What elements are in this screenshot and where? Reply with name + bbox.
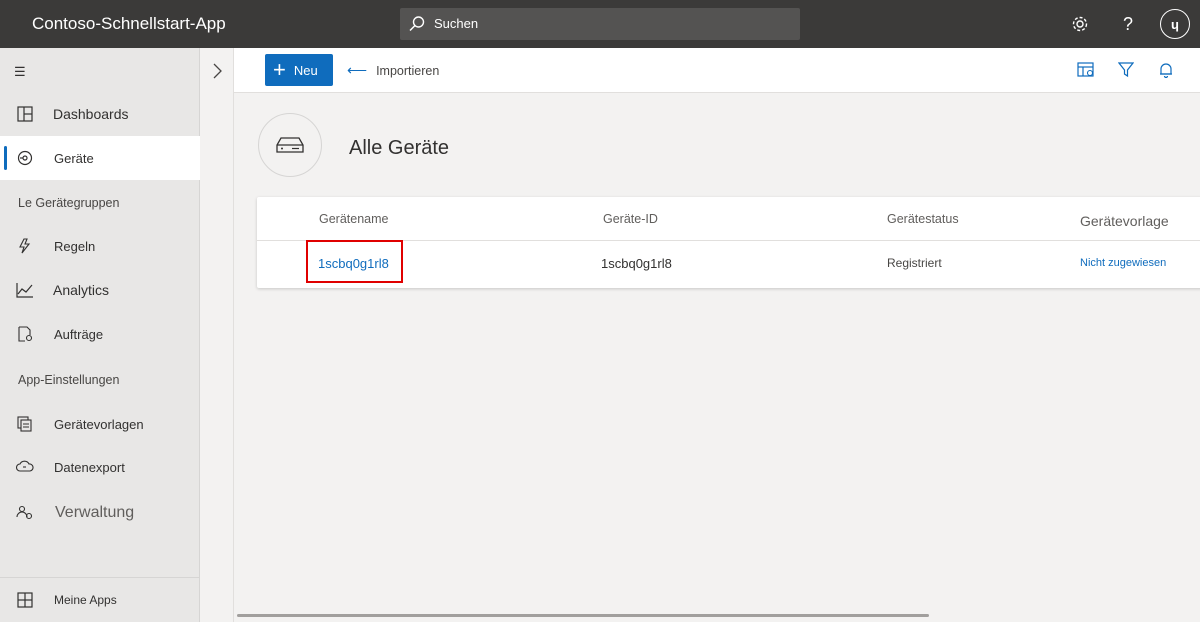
sidebar-item-label: Meine Apps [54, 593, 117, 607]
top-bar: Contoso-Schnellstart-App Suchen ? ɥ [0, 0, 1200, 48]
devices-icon [16, 149, 34, 167]
sidebar-item-device-templates[interactable]: Gerätevorlagen [0, 402, 200, 446]
dashboard-icon [16, 105, 34, 123]
chevron-right-icon[interactable] [210, 62, 224, 85]
sidebar-item-label: Gerätevorlagen [54, 416, 144, 432]
devices-table: Gerätename Geräte-ID Gerätestatus Geräte… [257, 197, 1200, 288]
search-box[interactable]: Suchen [400, 8, 800, 40]
sidebar-item-my-apps[interactable]: Meine Apps [0, 578, 200, 622]
sidebar-item-devices[interactable]: Geräte [0, 136, 200, 180]
new-button-label: Neu [293, 62, 318, 78]
sidebar-item-label: Geräte [54, 150, 94, 166]
sidebar-item-dashboards[interactable]: Dashboards [0, 92, 200, 136]
sidebar-item-label: Analytics [53, 282, 110, 298]
highlight-box [306, 240, 403, 283]
avatar[interactable]: ɥ [1160, 9, 1190, 39]
sidebar-item-data-export[interactable]: Datenexport [0, 445, 200, 489]
sidebar-item-label: Verwaltung [55, 504, 135, 521]
sidebar-item-label: Aufträge [54, 326, 104, 342]
jobs-icon [16, 325, 34, 343]
import-button-label: Importieren [376, 63, 440, 78]
help-icon[interactable]: ? [1114, 10, 1142, 38]
import-arrow-icon: ⟵ [347, 62, 368, 78]
device-template-link[interactable]: Nicht zugewiesen [1080, 257, 1166, 269]
rules-icon [16, 237, 34, 255]
plus-icon: + [273, 57, 286, 82]
device-id-cell: 1scbq0g1rl8 [601, 256, 672, 271]
device-templates-icon [16, 415, 34, 433]
sidebar-item-device-groups[interactable]: Le Gerätegruppen [18, 196, 119, 210]
column-header-device-status[interactable]: Gerätestatus [887, 212, 959, 226]
data-export-icon [16, 458, 34, 476]
device-status-cell: Registriert [887, 256, 942, 270]
analytics-icon [16, 281, 34, 299]
main-content: Alle Geräte Gerätename Geräte-ID Gerätes… [234, 93, 1200, 622]
import-button[interactable]: ⟵ Importieren [347, 62, 439, 79]
table-header: Gerätename Geräte-ID Gerätestatus Geräte… [257, 197, 1200, 241]
hamburger-menu-icon[interactable]: ☰ [14, 64, 26, 80]
sidebar-item-label: Datenexport [54, 459, 125, 475]
sidebar-item-label: Regeln [54, 238, 96, 254]
my-apps-icon [16, 591, 34, 609]
column-header-device-id[interactable]: Geräte-ID [603, 212, 658, 226]
column-header-device-name[interactable]: Gerätename [319, 212, 388, 226]
administration-icon [16, 504, 34, 522]
command-bar: + Neu ⟵ Importieren [234, 48, 1200, 93]
sidebar-section-app-settings: App-Einstellungen [18, 373, 120, 387]
horizontal-scrollbar-thumb[interactable] [237, 614, 929, 617]
sidebar-item-administration[interactable]: Verwaltung [0, 491, 200, 535]
sidebar-item-jobs[interactable]: Aufträge [0, 312, 200, 356]
sidebar: ☰ Dashboards Geräte Le Gerätegruppen Reg… [0, 48, 200, 622]
settings-icon[interactable] [1066, 10, 1094, 38]
bell-icon[interactable] [1156, 60, 1176, 80]
new-button[interactable]: + Neu [265, 54, 333, 86]
filter-icon[interactable] [1116, 60, 1136, 80]
app-title[interactable]: Contoso-Schnellstart-App [32, 14, 226, 34]
sidebar-item-rules[interactable]: Regeln [0, 224, 200, 268]
column-options-icon[interactable] [1076, 60, 1096, 80]
sidebar-item-label: Dashboards [53, 106, 129, 122]
device-icon [258, 113, 322, 177]
search-input[interactable]: Suchen [434, 16, 478, 31]
sidebar-item-analytics[interactable]: Analytics [0, 268, 200, 312]
page-title: Alle Geräte [349, 137, 450, 159]
column-header-device-template[interactable]: Gerätevorlage [1080, 213, 1169, 229]
search-icon [408, 15, 426, 38]
collapse-panel [201, 48, 234, 622]
